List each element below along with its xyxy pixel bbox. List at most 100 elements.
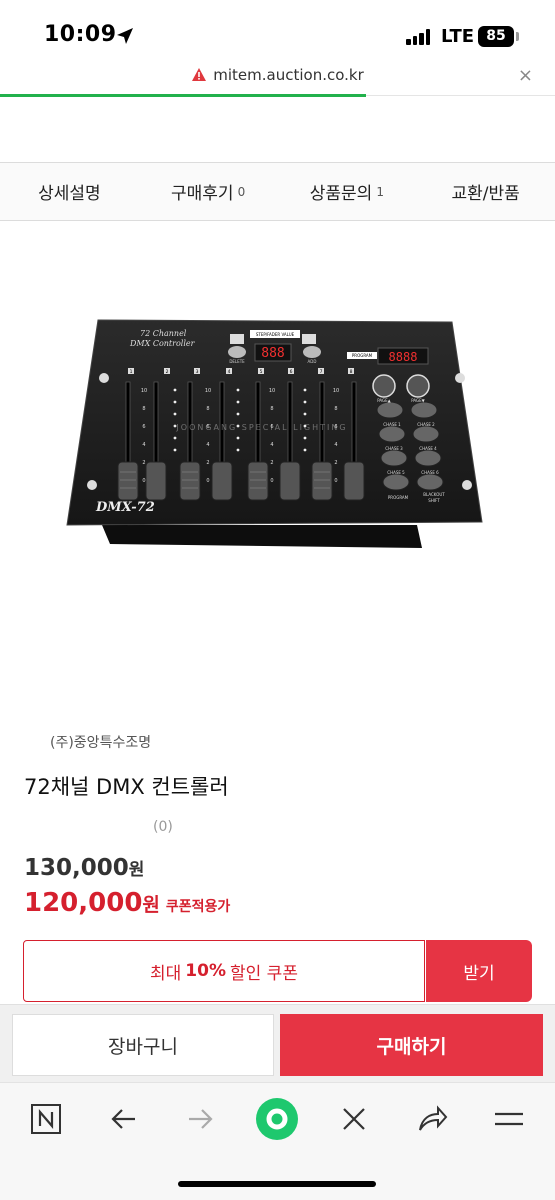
original-price-value: 130,000 [24,855,129,881]
close-icon[interactable] [332,1097,376,1141]
battery-icon: 85 [478,26,514,47]
tab-label: 구매후기 [171,184,234,204]
program-label: PROGRAM [388,495,409,500]
add-label: ADD [308,359,317,364]
warning-icon [192,68,207,81]
status-bar: 10:09 LTE 85 [0,0,555,62]
fader-scale-label: 2 [142,460,145,466]
status-time: 10:09 [44,22,117,47]
channel-number: 2 [166,369,169,375]
channel-number: 8 [350,369,353,375]
close-tab-icon[interactable]: × [518,65,533,86]
original-price-unit: 원 [128,860,145,880]
fader-scale-label: 4 [270,442,273,448]
tab-label: 상세설명 [38,184,101,204]
chase4-label: CHASE 4 [419,446,437,451]
buy-now-button[interactable]: 구매하기 [280,1014,543,1076]
coupon-prefix: 최대 [150,963,182,984]
fader-scale-label: 0 [142,478,145,484]
fader-scale-label: 10 [269,388,275,394]
coupon-download-button[interactable]: 받기 [426,940,532,1002]
n-icon[interactable] [24,1097,68,1141]
chase5-label: CHASE 5 [387,470,405,475]
home-dot-icon[interactable] [255,1097,299,1141]
page-load-progress [0,94,366,97]
fader-scale-label: 4 [142,442,145,448]
channel-number: 4 [228,369,231,375]
url-bar[interactable]: mitem.auction.co.kr × [0,62,555,96]
panel-title-1: 72 Channel [140,329,187,338]
tab-label: 상품문의 [309,184,373,204]
fader-scale-label: 4 [206,442,209,448]
share-icon[interactable] [410,1097,454,1141]
watermark-text: JOONGANG SPECIAL LIGHTING [175,423,347,432]
fader-scale-label: 0 [334,478,337,484]
fader-scale-label: 0 [206,478,209,484]
fader-scale-label: 2 [270,460,273,466]
coupon-banner[interactable]: 최대 10% 할인 쿠폰 [23,940,425,1002]
forward-icon[interactable] [178,1097,222,1141]
channel-number: 5 [260,369,263,375]
channel-number: 6 [290,369,293,375]
location-arrow-icon [117,28,133,44]
fader-scale-label: 0 [270,478,273,484]
channel-number: 3 [196,369,199,375]
fader-scale-label: 4 [334,442,337,448]
delete-label: DELETE [229,359,245,364]
step-fader-label: STEP/FADER VALUE [256,332,295,337]
tab-description[interactable]: 상세설명 [0,163,139,220]
signal-icon [406,29,432,45]
fader-scale-label: 8 [142,406,145,412]
sale-price: 120,000원 쿠폰적용가 [24,888,230,918]
purchase-bar: 장바구니 구매하기 [0,1004,555,1082]
network-label: LTE [441,26,475,47]
tab-exchange-return[interactable]: 교환/반품 [416,163,555,220]
page-down-label: PAGE▼ [411,398,425,403]
tab-label: 교환/반품 [451,184,520,204]
seller-name[interactable]: (주)중앙특수조명 [50,732,151,752]
program-top-label: PROGRAM [352,353,373,358]
browser-nav-bar [0,1082,555,1200]
fader-scale-label: 2 [206,460,209,466]
chase1-label: CHASE 1 [383,422,401,427]
fader-scale-label: 2 [334,460,337,466]
fader-scale-label: 8 [270,406,273,412]
fader-scale-label: 10 [205,388,211,394]
url-display[interactable]: mitem.auction.co.kr [0,66,555,84]
coupon-percent: 10% [185,961,226,981]
sale-price-value: 120,000 [24,888,143,918]
battery-tip [516,32,519,41]
page-up-label: PAGE▲ [377,398,391,403]
panel-title-2: DMX Controller [129,339,196,348]
review-count[interactable]: (0) [153,819,173,835]
chase2-label: CHASE 2 [417,422,435,427]
tab-count: 1 [376,184,384,199]
fader-scale-label: 8 [334,406,337,412]
original-price: 130,000원 [24,855,144,881]
sale-price-note: 쿠폰적용가 [165,899,231,915]
add-to-cart-button[interactable]: 장바구니 [12,1014,274,1076]
channel-number: 7 [320,369,323,375]
tab-inquiries[interactable]: 상품문의 1 [278,163,417,220]
fader-scale-label: 10 [141,388,147,394]
tab-reviews[interactable]: 구매후기 0 [139,163,278,220]
coupon-suffix: 할인 쿠폰 [230,963,298,984]
menu-icon[interactable] [487,1097,531,1141]
product-tabs: 상세설명 구매후기 0 상품문의 1 교환/반품 [0,162,555,221]
fader-scale-label: 8 [206,406,209,412]
tab-count: 0 [237,184,246,199]
back-icon[interactable] [102,1097,146,1141]
model-label: DMX-72 [95,500,155,515]
product-image[interactable]: 72 Channel DMX Controller STEP/FADER VAL… [62,300,492,560]
led-display-2: 8888 [389,350,418,364]
url-text: mitem.auction.co.kr [213,66,364,84]
chase6-label: CHASE 6 [421,470,439,475]
blackout-label: BLACKOUT [423,492,445,497]
fader-scale-label: 10 [333,388,339,394]
led-display: 888 [261,346,284,361]
shift-label: SHIFT [428,498,440,503]
home-indicator[interactable] [178,1181,376,1187]
chase3-label: CHASE 3 [385,446,403,451]
product-title: 72채널 DMX 컨트롤러 [24,775,229,799]
fader-scale-label: 6 [142,424,145,430]
